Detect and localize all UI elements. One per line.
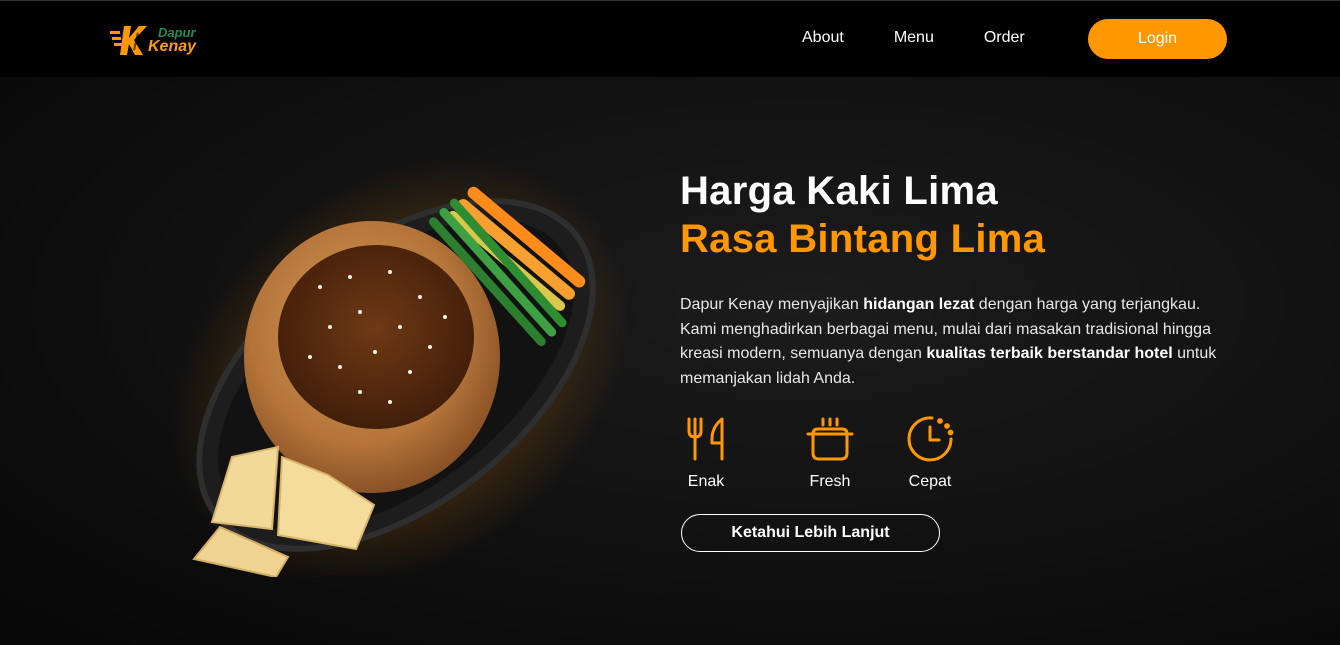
- feature-label-fresh: Fresh: [809, 473, 851, 490]
- hero-title-line2: Rasa Bintang Lima: [680, 217, 1046, 261]
- feature-cepat: Cepat: [880, 415, 980, 491]
- fork-knife-icon: [687, 417, 724, 461]
- desc-text-1: Dapur Kenay menyajikan: [680, 296, 864, 313]
- nav-link-about[interactable]: About: [802, 29, 844, 47]
- brand-logo[interactable]: Dapur Kenay: [110, 21, 220, 59]
- cooking-pot-icon: [806, 417, 854, 461]
- desc-bold-2: kualitas terbaik berstandar hotel: [926, 345, 1173, 362]
- feature-list: Enak Fresh Cepat: [680, 415, 980, 491]
- dish-image: [170, 157, 630, 577]
- navbar: Dapur Kenay About Menu Order Login: [0, 0, 1340, 77]
- feature-enak: Enak: [680, 415, 732, 491]
- nav-link-order[interactable]: Order: [984, 29, 1025, 47]
- logo-k-icon: [110, 22, 154, 58]
- learn-more-button[interactable]: Ketahui Lebih Lanjut: [681, 514, 940, 552]
- login-button[interactable]: Login: [1088, 19, 1227, 59]
- brand-name-line2: Kenay: [148, 37, 197, 55]
- feature-label-enak: Enak: [687, 473, 725, 490]
- feature-label-cepat: Cepat: [908, 473, 952, 490]
- hero-description: Dapur Kenay menyajikan hidangan lezat de…: [680, 293, 1220, 391]
- brand-name-line1: Dapur: [158, 24, 196, 40]
- desc-bold-1: hidangan lezat: [863, 296, 975, 313]
- hero-section: Harga Kaki Lima Rasa Bintang Lima Dapur …: [0, 77, 1340, 645]
- feature-fresh: Fresh: [780, 415, 880, 491]
- nav-link-menu[interactable]: Menu: [894, 29, 934, 47]
- nav-links: About Menu Order: [780, 29, 1075, 47]
- hero-title-line1: Harga Kaki Lima: [680, 169, 998, 213]
- clock-icon: [907, 416, 954, 462]
